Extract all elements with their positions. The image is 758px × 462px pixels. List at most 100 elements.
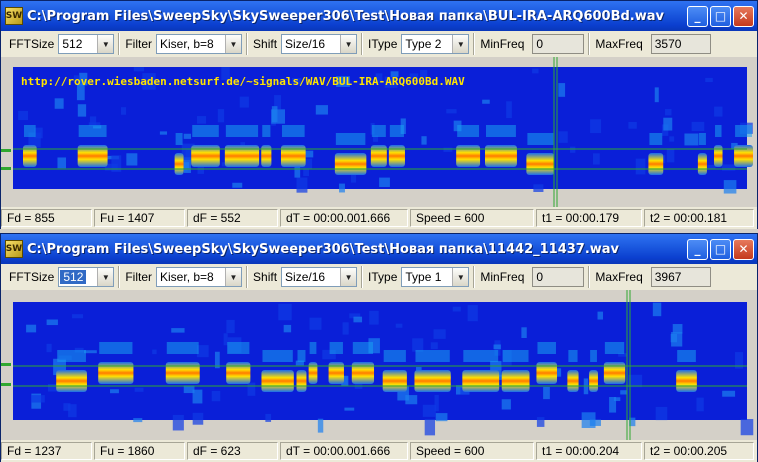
minimize-button[interactable]: _	[687, 5, 708, 27]
chevron-down-icon[interactable]: ▼	[452, 268, 469, 286]
spectrum-noise	[635, 158, 646, 175]
filter-select[interactable]: Kiser, b=8 ▼	[156, 34, 243, 54]
source-url: http://rover.wiesbaden.netsurf.de/~signa…	[21, 75, 465, 88]
spectrum-background	[13, 302, 747, 420]
spectrum-noise	[521, 327, 527, 339]
spectrum-noise	[482, 99, 490, 104]
signal-band	[296, 370, 307, 392]
chevron-down-icon[interactable]: ▼	[225, 35, 242, 53]
signal-band	[714, 145, 723, 167]
signal-band	[501, 370, 530, 392]
signal-harmonic	[225, 125, 259, 137]
freq-edge-handle[interactable]	[1, 363, 11, 366]
spectrum-noise	[592, 153, 600, 165]
spectrum-noise	[192, 412, 204, 425]
signal-band	[414, 370, 451, 392]
spectrum-noise	[558, 83, 566, 97]
chevron-down-icon[interactable]: ▼	[340, 268, 357, 286]
freq-edge-handle[interactable]	[1, 383, 11, 386]
status-dt: dT = 00:00.001.666	[280, 209, 408, 227]
app-icon[interactable]: SW	[5, 7, 23, 25]
spectrogram-view[interactable]	[1, 290, 757, 440]
spectrogram-canvas[interactable]	[1, 290, 757, 440]
signal-harmonic	[677, 350, 696, 362]
fftsize-label: FFTSize	[9, 37, 55, 51]
spectrum-noise	[283, 324, 292, 333]
signal-harmonic	[309, 342, 317, 354]
signal-band	[56, 370, 87, 392]
chevron-down-icon[interactable]: ▼	[97, 268, 114, 286]
spectrum-noise	[707, 164, 716, 170]
spectrum-noise	[126, 153, 138, 166]
filter-label: Filter	[125, 270, 153, 284]
spectrogram-view[interactable]: http://rover.wiesbaden.netsurf.de/~signa…	[1, 57, 757, 207]
spectrum-noise	[620, 390, 627, 395]
filter-label: Filter	[125, 37, 153, 51]
itype-select[interactable]: Type 1 ▼	[401, 267, 470, 287]
spectrum-noise	[172, 414, 184, 431]
fftsize-select[interactable]: 512 ▼	[58, 34, 115, 54]
spectrum-noise	[506, 101, 512, 119]
signal-harmonic	[175, 133, 183, 145]
spectrum-noise	[672, 324, 683, 334]
maximize-button[interactable]: □	[710, 5, 731, 27]
minfreq-field[interactable]: 0	[532, 267, 585, 287]
shift-value: Size/16	[285, 37, 326, 51]
filter-select[interactable]: Kiser, b=8 ▼	[156, 267, 243, 287]
maxfreq-field[interactable]: 3967	[650, 267, 711, 287]
spectrum-noise	[669, 136, 675, 142]
chevron-down-icon[interactable]: ▼	[340, 35, 357, 53]
status-df: dF = 623	[187, 442, 278, 460]
spectrum-noise	[271, 109, 285, 124]
signal-harmonic	[262, 125, 271, 137]
freq-edge-handle[interactable]	[1, 167, 11, 170]
signal-band	[23, 145, 37, 167]
signal-band	[388, 145, 405, 167]
window-title: C:\Program Files\SweepSky\SkySweeper306\…	[27, 241, 620, 257]
spectrum-noise	[46, 343, 52, 353]
minimize-button[interactable]: _	[687, 238, 708, 260]
spectrum-noise	[452, 306, 461, 312]
spectrum-noise	[684, 133, 699, 146]
close-button[interactable]: ✕	[733, 238, 754, 260]
shift-select[interactable]: Size/16 ▼	[281, 34, 358, 54]
spectrum-noise	[317, 418, 324, 433]
app-icon[interactable]: SW	[5, 240, 23, 258]
spectrum-noise	[609, 396, 617, 413]
chevron-down-icon[interactable]: ▼	[225, 268, 242, 286]
maxfreq-field[interactable]: 3570	[650, 34, 711, 54]
chevron-down-icon[interactable]: ▼	[452, 35, 469, 53]
freq-edge-handle[interactable]	[1, 149, 11, 152]
signal-band	[261, 370, 294, 392]
spectrum-noise	[152, 349, 157, 355]
spectrum-noise	[342, 322, 349, 335]
spectrum-noise	[665, 109, 672, 116]
status-dt: dT = 00:00.001.666	[280, 442, 408, 460]
signal-harmonic	[78, 125, 107, 137]
close-button[interactable]: ✕	[733, 5, 754, 27]
fftsize-value: 512	[62, 37, 83, 51]
spectrum-noise	[232, 182, 243, 188]
spectrum-noise	[265, 413, 272, 422]
spectrum-noise	[446, 109, 457, 114]
title-bar[interactable]: SW C:\Program Files\SweepSky\SkySweeper3…	[1, 234, 757, 264]
toolbar: FFTSize 512 ▼ Filter Kiser, b=8 ▼ Shift …	[1, 31, 757, 57]
spectrum-noise	[344, 407, 355, 411]
spectrum-noise	[395, 323, 403, 328]
signal-band	[280, 145, 306, 167]
title-bar[interactable]: SW C:\Program Files\SweepSky\SkySweeper3…	[1, 1, 757, 31]
spectrum-noise	[722, 390, 736, 397]
signal-harmonic	[502, 350, 529, 362]
minfreq-field[interactable]: 0	[532, 34, 585, 54]
maximize-button[interactable]: □	[710, 238, 731, 260]
itype-select[interactable]: Type 2 ▼	[401, 34, 470, 54]
spectrum-noise	[412, 338, 424, 352]
signal-harmonic	[735, 125, 752, 137]
spectrum-noise	[57, 157, 67, 169]
chevron-down-icon[interactable]: ▼	[97, 35, 114, 53]
signal-harmonic	[568, 350, 578, 362]
fftsize-select[interactable]: 512 ▼	[58, 267, 115, 287]
spectrum-noise	[278, 303, 292, 321]
shift-select[interactable]: Size/16 ▼	[281, 267, 358, 287]
spectrum-noise	[628, 121, 637, 129]
